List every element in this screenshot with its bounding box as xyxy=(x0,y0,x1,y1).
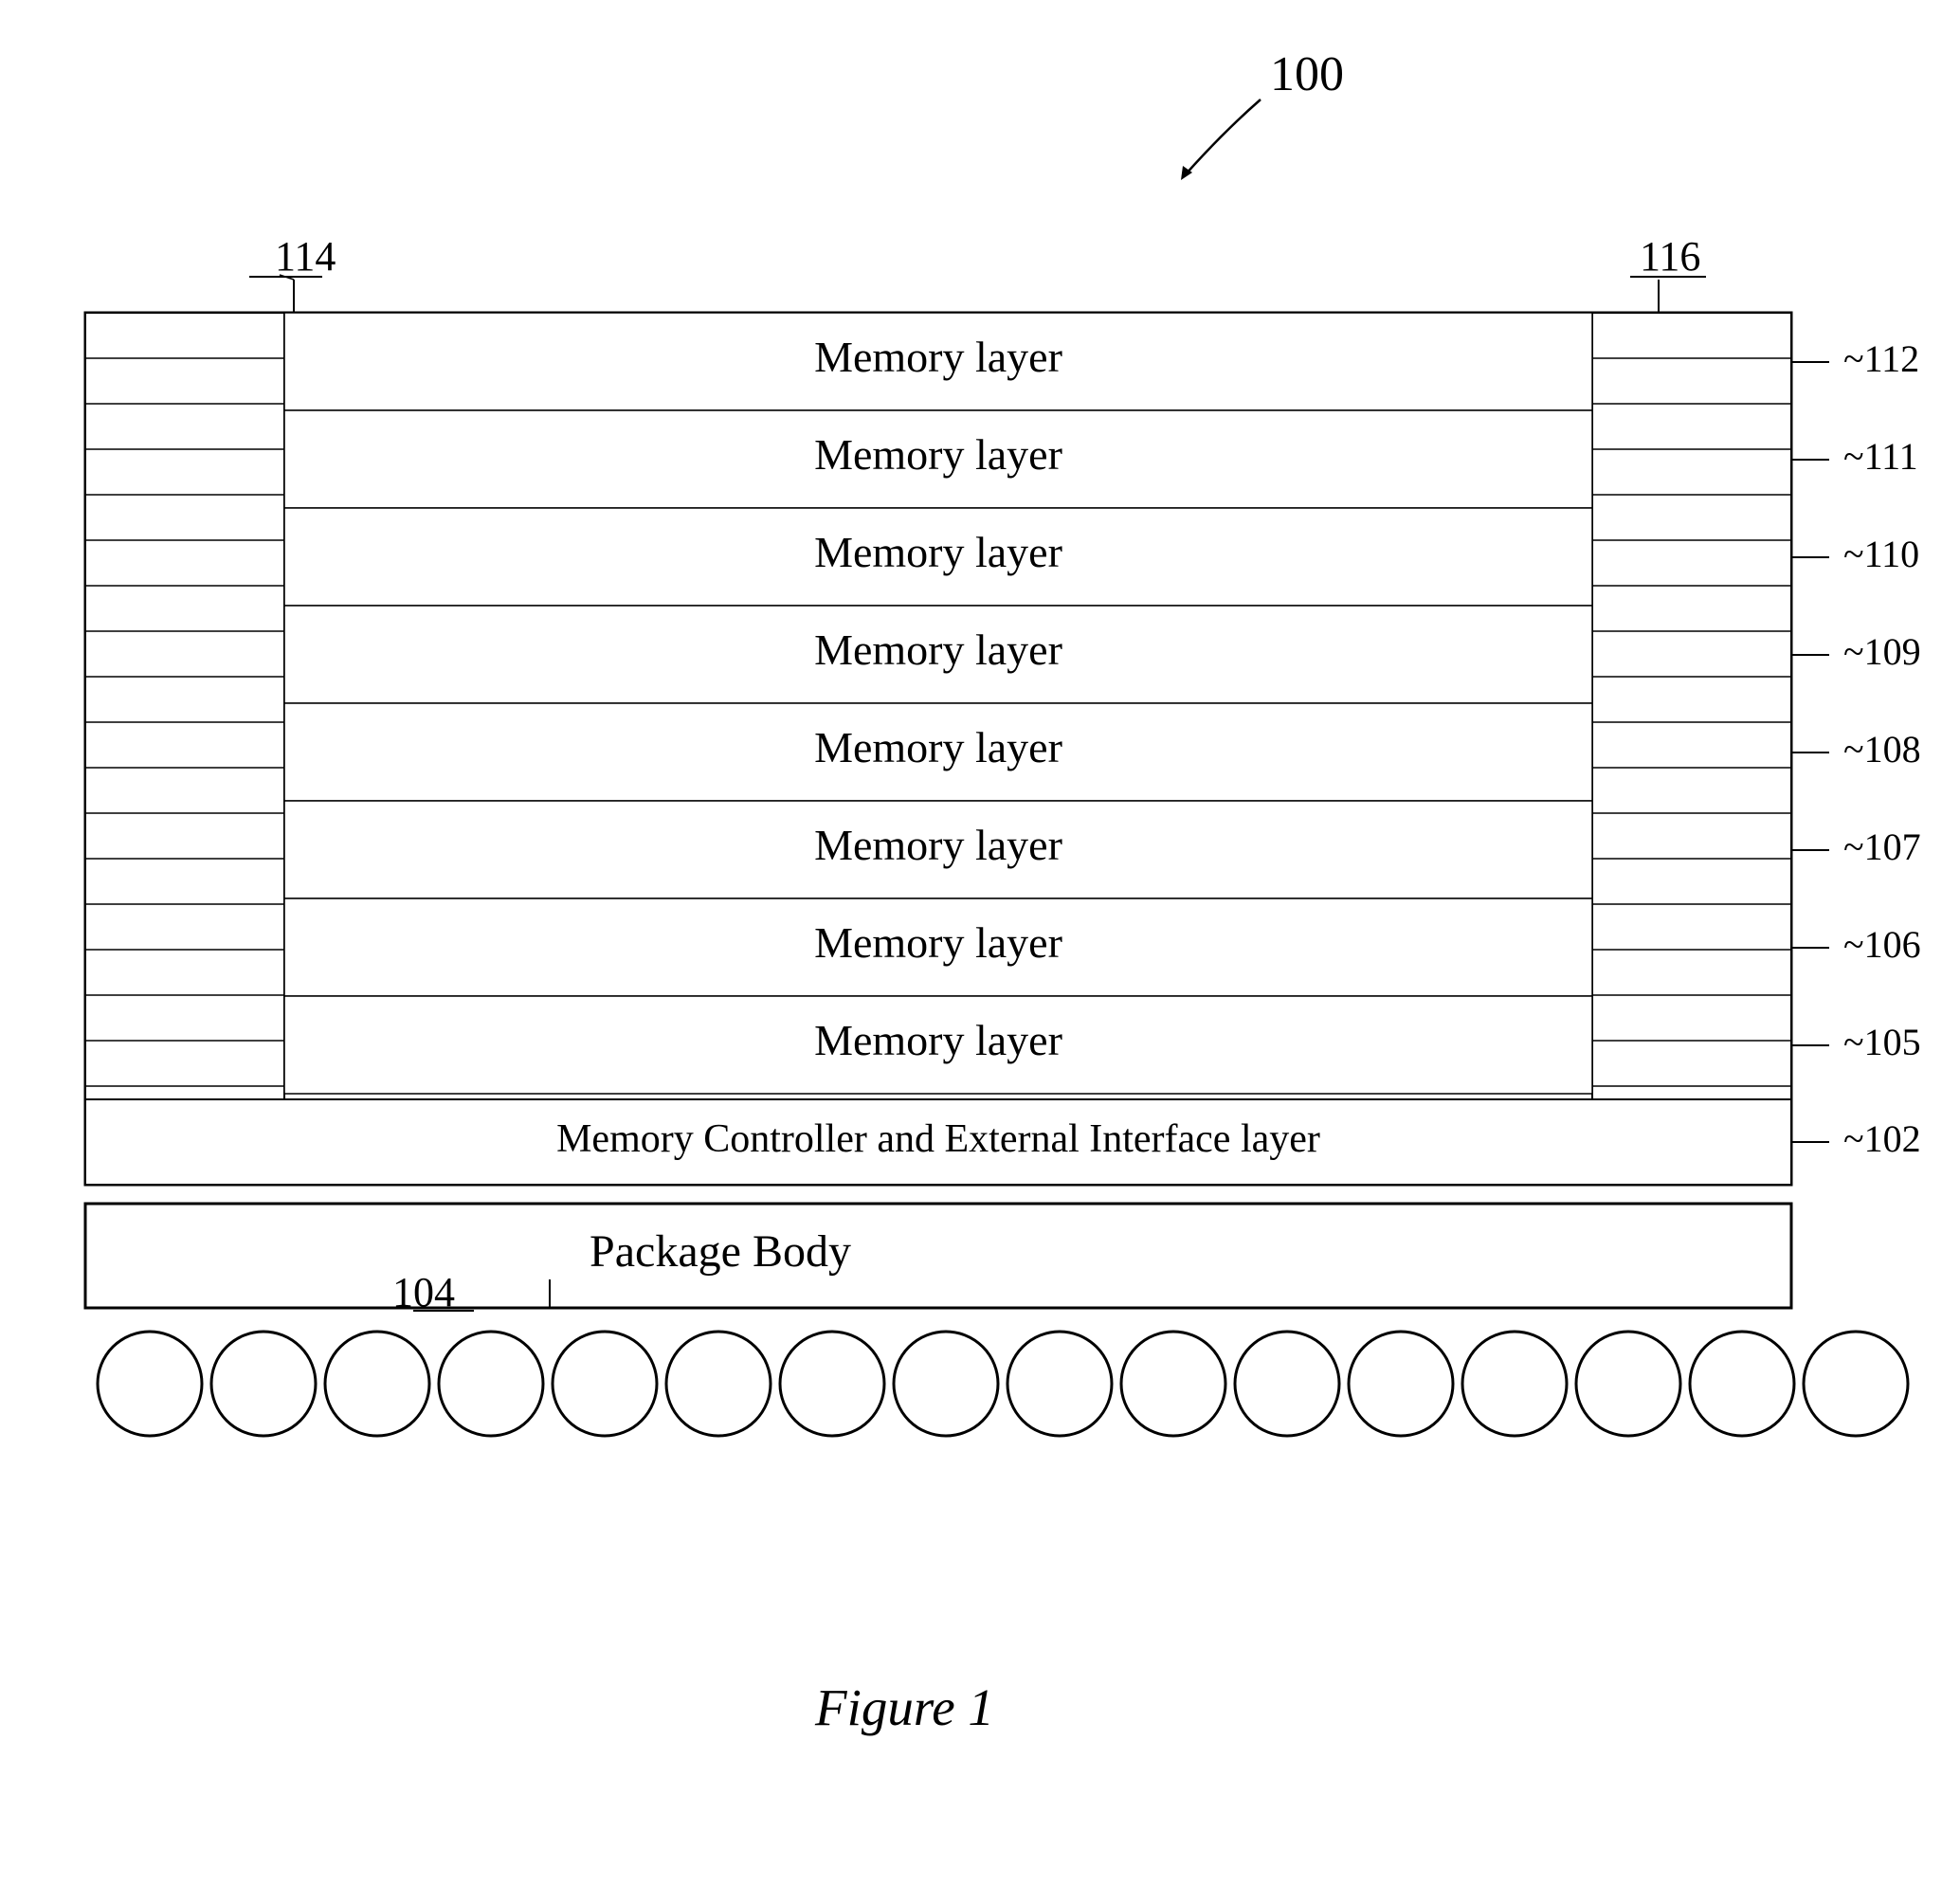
ref-100: 100 xyxy=(1270,47,1344,101)
memory-layer-107-label: Memory layer xyxy=(814,821,1062,869)
ref-114-label: 114 xyxy=(275,233,336,280)
solder-ball-8 xyxy=(894,1332,998,1436)
memory-layer-109-label: Memory layer xyxy=(814,626,1062,674)
memory-layer-108-label: Memory layer xyxy=(814,723,1062,771)
ref-102: ~102 xyxy=(1843,1117,1921,1160)
memory-layer-105-label: Memory layer xyxy=(814,1016,1062,1064)
memory-layer-106-label: Memory layer xyxy=(814,918,1062,967)
solder-ball-13 xyxy=(1462,1332,1567,1436)
diagram-container: 100 xyxy=(0,0,1960,1881)
ref-104: 104 xyxy=(392,1269,455,1315)
ref-106: ~106 xyxy=(1843,923,1921,966)
solder-ball-15 xyxy=(1690,1332,1794,1436)
solder-ball-1 xyxy=(98,1332,202,1436)
ref-112: ~112 xyxy=(1843,337,1919,380)
solder-ball-14 xyxy=(1576,1332,1680,1436)
memory-layer-112-label: Memory layer xyxy=(814,333,1062,381)
solder-ball-16 xyxy=(1804,1332,1908,1436)
ref-107: ~107 xyxy=(1843,825,1921,868)
ref-109: ~109 xyxy=(1843,630,1921,673)
ref-116-label: 116 xyxy=(1640,233,1700,280)
solder-ball-6 xyxy=(666,1332,771,1436)
solder-ball-5 xyxy=(553,1332,657,1436)
memory-layer-110-label: Memory layer xyxy=(814,528,1062,576)
solder-ball-11 xyxy=(1235,1332,1339,1436)
ref-111: ~111 xyxy=(1843,435,1918,478)
solder-ball-12 xyxy=(1349,1332,1453,1436)
memory-layer-111-label: Memory layer xyxy=(814,430,1062,479)
solder-ball-4 xyxy=(439,1332,543,1436)
solder-ball-3 xyxy=(325,1332,429,1436)
ref-105: ~105 xyxy=(1843,1021,1921,1063)
ref-108: ~108 xyxy=(1843,728,1921,771)
ref-110: ~110 xyxy=(1843,533,1919,575)
solder-ball-2 xyxy=(211,1332,316,1436)
solder-ball-9 xyxy=(1007,1332,1112,1436)
solder-ball-10 xyxy=(1121,1332,1225,1436)
controller-layer-label: Memory Controller and External Interface… xyxy=(556,1117,1320,1161)
solder-ball-7 xyxy=(780,1332,884,1436)
figure-title: Figure 1 xyxy=(814,1678,994,1736)
package-body-label: Package Body xyxy=(590,1226,851,1277)
